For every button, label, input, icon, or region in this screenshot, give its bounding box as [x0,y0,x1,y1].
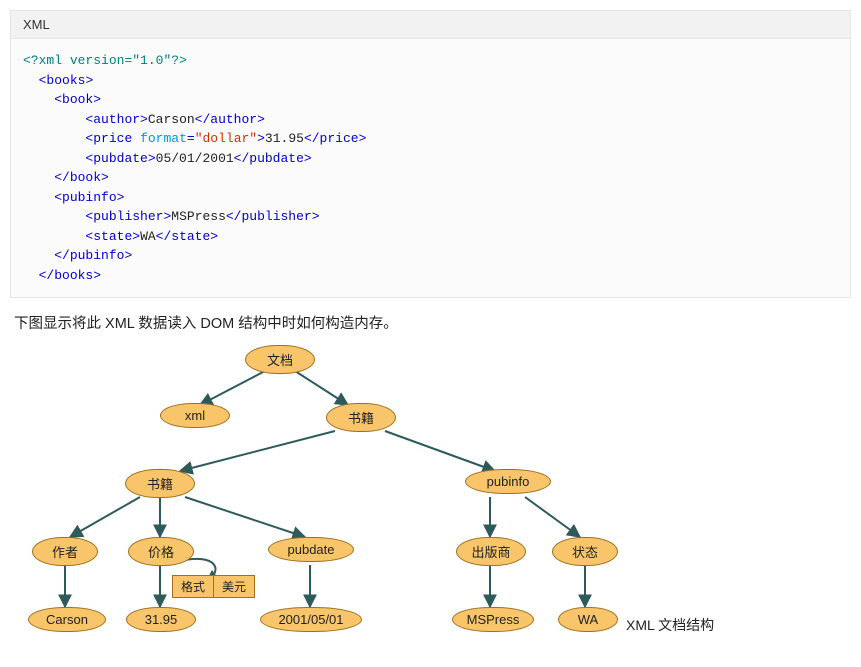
dom-diagram: 文档 xml 书籍 书籍 pubinfo 作者 价格 pubdate 出版商 状… [10,341,770,641]
node-document: 文档 [245,345,315,374]
attr-value: 美元 [214,575,255,598]
node-state: 状态 [552,537,618,566]
node-xml: xml [160,403,230,428]
leaf-carson: Carson [28,607,106,632]
diagram-edges [10,341,770,641]
leaf-wa: WA [558,607,618,632]
code-header: XML [11,11,850,39]
attr-key: 格式 [172,575,214,598]
leaf-3195: 31.95 [126,607,196,632]
leaf-pdate: 2001/05/01 [260,607,362,632]
code-body: <?xml version="1.0"?> <books> <book> <au… [11,39,850,297]
node-publisher: 出版商 [456,537,526,566]
diagram-caption: 下图显示将此 XML 数据读入 DOM 结构中时如何构造内存。 [14,312,851,333]
node-price-attr: 格式 美元 [172,575,255,598]
node-book: 书籍 [125,469,195,498]
leaf-mspress: MSPress [452,607,534,632]
node-author: 作者 [32,537,98,566]
node-pubdate: pubdate [268,537,354,562]
xml-code-block: XML <?xml version="1.0"?> <books> <book>… [10,10,851,298]
node-price: 价格 [128,537,194,566]
node-pubinfo: pubinfo [465,469,551,494]
diagram-label: XML 文档结构 [626,615,714,635]
node-books: 书籍 [326,403,396,432]
